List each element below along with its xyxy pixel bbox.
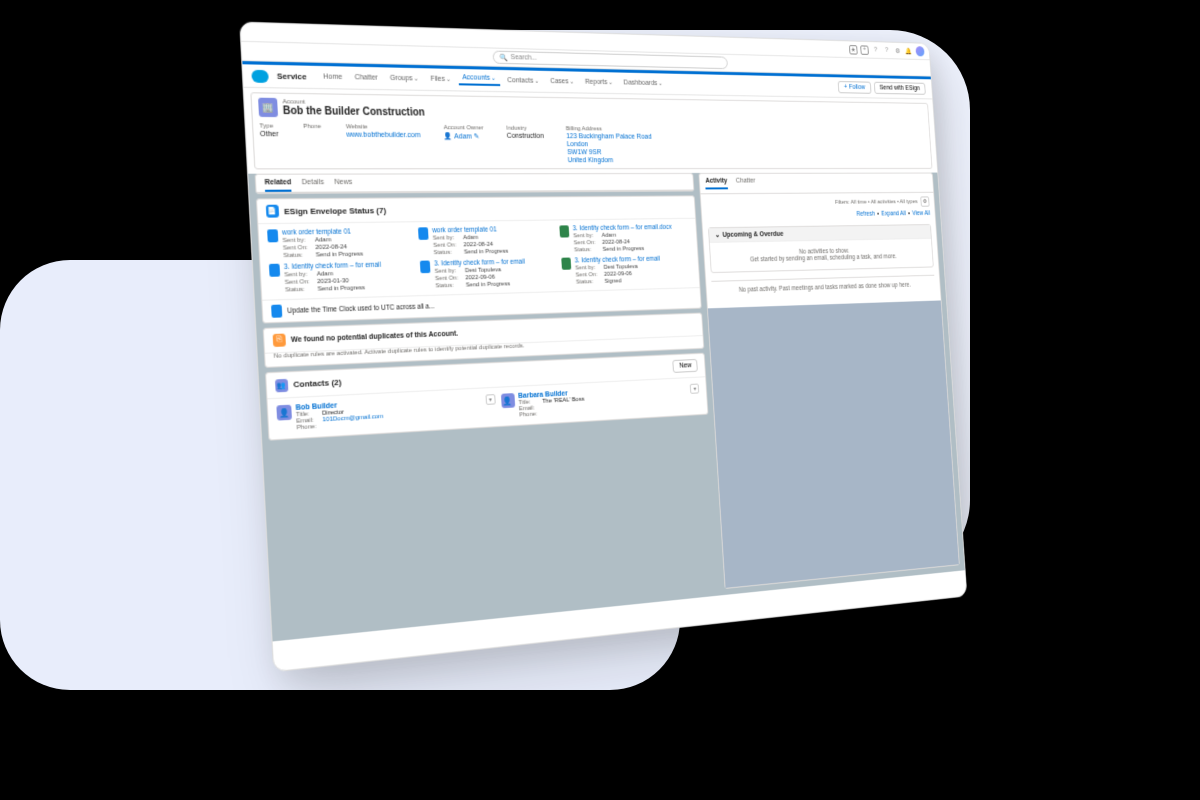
duplicates-title: We found no potential duplicates of this…: [291, 330, 459, 344]
esign-section: 📄 ESign Envelope Status (7) work order t…: [256, 195, 702, 323]
nav-home[interactable]: Home: [319, 73, 347, 81]
envelope-item[interactable]: work order template 01 Sent by:Adam Sent…: [418, 226, 557, 257]
document-icon: [267, 229, 278, 242]
envelope-item[interactable]: 3. Identity check form – for email Sent …: [420, 258, 559, 290]
field-owner: Account Owner👤 Adam ✎: [444, 125, 486, 164]
record-header: 🏢 Account Bob the Builder Construction T…: [250, 92, 932, 169]
activity-gear-icon[interactable]: ⚙: [920, 196, 929, 206]
esign-icon: 📄: [266, 205, 279, 218]
help-icon[interactable]: ?: [871, 45, 880, 54]
activity-empty-area: [708, 300, 959, 587]
tab-activity[interactable]: Activity: [705, 178, 728, 190]
contact-icon: 👤: [276, 405, 292, 421]
search-icon: 🔍: [499, 53, 508, 61]
contacts-title[interactable]: Contacts (2): [293, 377, 342, 389]
field-phone: Phone: [303, 124, 323, 164]
new-contact-button[interactable]: New: [673, 359, 699, 373]
account-icon: 🏢: [258, 98, 278, 117]
tab-related[interactable]: Related: [264, 179, 291, 192]
contact-icon: 👤: [501, 393, 515, 408]
send-esign-button[interactable]: Send with ESign: [874, 82, 926, 95]
tab-news[interactable]: News: [334, 179, 353, 192]
setup-help-icon[interactable]: ?: [883, 46, 892, 55]
nav-cases[interactable]: Cases⌄: [546, 78, 578, 86]
user-avatar[interactable]: [915, 46, 924, 56]
activity-card: Activity Chatter Filters: All time • All…: [699, 173, 960, 589]
tab-chatter[interactable]: Chatter: [736, 178, 756, 190]
contact-menu-button[interactable]: ▾: [690, 384, 699, 394]
envelope-item[interactable]: 3. Identity check form – for email Sent …: [561, 255, 692, 286]
field-billing: Billing Address 123 Buckingham Palace Ro…: [566, 126, 654, 164]
follow-button[interactable]: + Follow: [838, 81, 871, 94]
upcoming-section: ⌄Upcoming & Overdue No activities to sho…: [708, 224, 933, 273]
envelope-title: work order template 01: [282, 228, 362, 237]
record-title: Bob the Builder Construction: [283, 105, 425, 118]
document-icon: [561, 258, 571, 270]
contacts-icon: 👥: [275, 378, 288, 392]
document-icon: [271, 305, 282, 318]
document-icon: [418, 227, 429, 240]
contact-card: 👤 Barbara Builder Title:The 'REAL' Boss …: [501, 384, 701, 420]
field-type: TypeOther: [259, 123, 280, 164]
nav-groups[interactable]: Groups⌄: [386, 75, 423, 83]
contacts-section: 👥 Contacts (2) New 👤 Bob Builder Title:D…: [265, 353, 709, 441]
search-placeholder: Search...: [510, 54, 537, 62]
nav-chatter[interactable]: Chatter: [350, 74, 382, 82]
salesforce-logo-icon[interactable]: [251, 69, 269, 82]
envelope-title: work order template 01: [432, 226, 507, 234]
tab-details[interactable]: Details: [302, 179, 325, 192]
expand-all-link[interactable]: Expand All: [881, 211, 906, 218]
field-website: Websitewww.bobthebuilder.com: [346, 124, 423, 164]
document-icon: [269, 264, 280, 277]
duplicate-icon: ⎘: [273, 334, 286, 347]
bell-icon[interactable]: 🔔: [905, 46, 913, 55]
global-add-icon[interactable]: +: [860, 45, 869, 54]
envelope-item[interactable]: work order template 01 Sent by:Adam Sent…: [267, 227, 416, 259]
envelope-item[interactable]: 3. Identity check form – for email.docx …: [560, 224, 691, 254]
document-icon: [420, 260, 431, 273]
app-name: Service: [277, 71, 307, 81]
field-industry: IndustryConstruction: [506, 126, 545, 165]
view-all-link[interactable]: View All: [912, 210, 930, 217]
left-tabs-card: Related Details News: [255, 173, 695, 194]
contact-card: 👤 Bob Builder Title:Director Email:101Do…: [276, 394, 496, 432]
nav-accounts[interactable]: Accounts⌄: [458, 74, 500, 86]
esign-title[interactable]: ESign Envelope Status (7): [284, 205, 387, 216]
refresh-link[interactable]: Refresh: [856, 211, 875, 218]
nav-contacts[interactable]: Contacts⌄: [503, 77, 543, 85]
contact-menu-button[interactable]: ▾: [485, 394, 495, 405]
search-input[interactable]: 🔍 Search...: [492, 51, 728, 70]
document-icon: [560, 225, 570, 237]
gear-icon[interactable]: ⚙: [894, 46, 902, 55]
nav-reports[interactable]: Reports⌄: [581, 79, 616, 87]
nav-files[interactable]: Files⌄: [426, 75, 455, 83]
past-activity-text: No past activity. Past meetings and task…: [712, 275, 936, 301]
envelope-item[interactable]: 3. Identity check form – for email Sent …: [269, 261, 418, 294]
chevron-down-icon: ⌄: [715, 231, 721, 239]
favorites-icon[interactable]: ★: [849, 45, 858, 55]
nav-dashboards[interactable]: Dashboards⌄: [620, 79, 667, 87]
salesforce-app: ★ + ? ? ⚙ 🔔 🔍 Search... Service Home Cha…: [239, 21, 967, 672]
